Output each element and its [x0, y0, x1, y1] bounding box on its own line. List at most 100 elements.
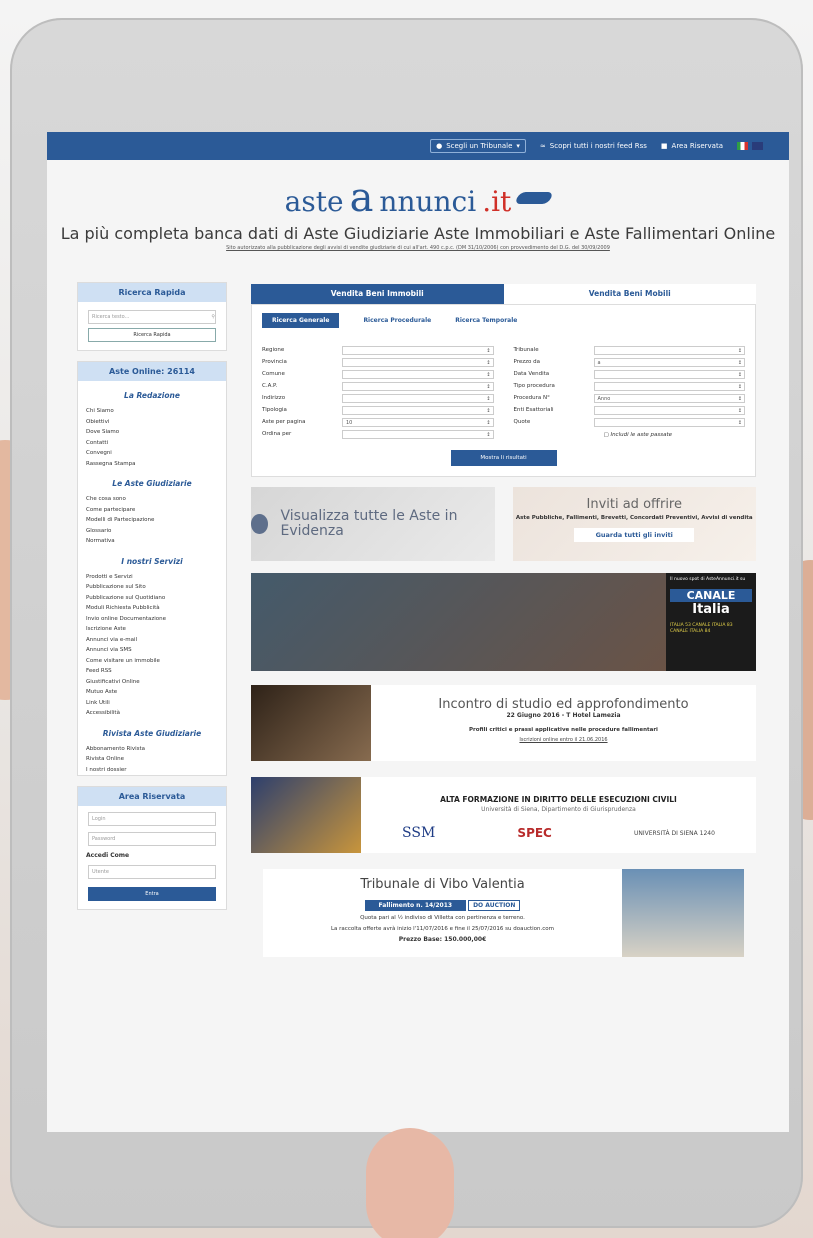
sidebar-link[interactable]: Pubblicazione sul Sito	[78, 582, 226, 593]
include-past-checkbox[interactable]: ▢ Includi le aste passate	[514, 432, 746, 438]
enter-button[interactable]: Entra	[88, 887, 216, 901]
quick-search-input[interactable]: Ricerca testo... ⚲	[88, 310, 216, 324]
sidebar-link[interactable]: Come visitare un immobile	[78, 656, 226, 667]
sidebar-link[interactable]: Annunci via SMS	[78, 645, 226, 656]
tab-beni-mobili[interactable]: Vendita Beni Mobili	[503, 284, 756, 304]
vibo-case-number: Fallimento n. 14/2013	[364, 900, 467, 911]
vibo-price: Prezzo Base: 150.000,00€	[398, 936, 487, 943]
form-select[interactable]	[593, 417, 745, 427]
form-left-column: Regione Provincia Comune C.A.P. Indirizzo Tip…	[262, 344, 494, 440]
inviti-subtitle: Aste Pubbliche, Fallimenti, Brevetti, Co…	[515, 515, 753, 521]
english-flag-icon[interactable]	[752, 142, 763, 150]
form-label: Provincia	[262, 359, 287, 365]
siena-logo: UNIVERSITÀ DI SIENA 1240	[633, 829, 715, 837]
subtab-ricerca-temporale[interactable]: Ricerca Temporale	[455, 317, 517, 324]
alta-formazione-banner[interactable]: ALTA FORMAZIONE IN DIRITTO DELLE ESECUZI…	[251, 777, 756, 853]
form-select[interactable]: 10	[342, 417, 494, 427]
form-select[interactable]	[593, 381, 745, 391]
form-select[interactable]	[342, 405, 494, 415]
subtab-ricerca-generale[interactable]: Ricerca Generale	[262, 313, 340, 328]
chevron-down-icon: ▾	[516, 142, 520, 150]
canale-side: Il nuovo spot di AsteAnnunci.it su CANAL…	[666, 573, 756, 671]
form-select[interactable]: a	[593, 357, 745, 367]
password-field[interactable]: Password	[88, 832, 216, 846]
sidebar-link[interactable]: Modelli di Partecipazione	[78, 515, 226, 526]
form-select[interactable]	[342, 369, 494, 379]
sidebar-link[interactable]: Contatti	[78, 438, 226, 449]
sidebar-link[interactable]: Pubblicazione sul Quotidiano	[78, 593, 226, 604]
tab-beni-immobili[interactable]: Vendita Beni Immobili	[251, 284, 504, 304]
sidebar-link[interactable]: Mutuo Aste	[78, 687, 226, 698]
search-icon[interactable]: ⚲	[211, 314, 215, 320]
quick-search-button[interactable]: Ricerca Rapida	[88, 328, 216, 342]
authorized-note[interactable]: Sito autorizzato alla pubblicazione degl…	[47, 245, 789, 251]
alta-subtitle: Università di Siena, Dipartimento di Giu…	[481, 806, 636, 813]
sidebar-link[interactable]: Abbonamento Rivista	[78, 744, 226, 755]
form-label: Ordina per	[262, 431, 292, 437]
form-select[interactable]	[342, 393, 494, 403]
form-label: Tipo procedura	[513, 383, 555, 389]
form-row: Prezzo da a	[514, 356, 745, 368]
form-label: Enti Esattoriali	[513, 407, 554, 413]
sidebar-link[interactable]: I nostri dossier	[78, 765, 226, 776]
form-label: Aste per pagina	[262, 419, 306, 425]
form-label: Procedura N°	[513, 395, 550, 401]
area-riservata-link[interactable]: ■ Area Riservata	[661, 142, 723, 150]
inviti-button[interactable]: Guarda tutti gli inviti	[574, 528, 695, 542]
vibo-dates: La raccolta offerte avrà inizio l'11/07/…	[330, 926, 555, 932]
form-select[interactable]	[342, 429, 494, 439]
sidebar-link[interactable]: Iscrizione Aste	[78, 624, 226, 635]
vibo-banner[interactable]: Tribunale di Vibo Valentia Fallimento n.…	[263, 869, 744, 957]
sidebar-link[interactable]: Invio online Documentazione	[78, 614, 226, 625]
form-select[interactable]	[593, 369, 745, 379]
globe-icon	[251, 514, 269, 534]
sidebar-link[interactable]: Prodotti e Servizi	[78, 572, 226, 583]
italian-flag-icon[interactable]	[737, 142, 748, 150]
form-select[interactable]	[342, 357, 494, 367]
form-select[interactable]	[342, 345, 494, 355]
canale-channels: ITALIA 53 CANALE ITALIA 83 CANALE ITALIA…	[670, 623, 733, 634]
form-select[interactable]	[593, 345, 745, 355]
sidebar-link[interactable]: Glossario	[78, 526, 226, 537]
incontro-link[interactable]: Iscrizioni online entro il 21.06.2016	[371, 737, 756, 743]
site-logo[interactable]: aste a nnunci .it	[47, 160, 789, 218]
sidebar-link[interactable]: Rivista Online	[78, 754, 226, 765]
form-label: Tribunale	[513, 347, 539, 353]
incontro-banner[interactable]: Incontro di studio ed approfondimento 22…	[251, 685, 756, 761]
sidebar-link[interactable]: Come partecipare	[78, 505, 226, 516]
sidebar-link[interactable]: Convegni	[78, 448, 226, 459]
subtab-ricerca-procedurale[interactable]: Ricerca Procedurale	[363, 317, 431, 324]
fresco-image	[251, 777, 361, 853]
rss-feed-link[interactable]: ≈ Scopri tutti i nostri feed Rss	[540, 142, 647, 150]
gavel-image	[251, 685, 371, 761]
sidebar-link[interactable]: Accessibilità	[78, 708, 226, 719]
form-right-rows: Tribunale Prezzo da a Data Vendita Tipo proc…	[513, 344, 745, 428]
access-as-select[interactable]: Utente	[88, 865, 216, 879]
sidebar-link[interactable]: Annunci via e-mail	[78, 635, 226, 646]
sidebar-link[interactable]: Che cosa sono	[78, 494, 226, 505]
form-label: Tipologia	[262, 407, 287, 413]
sidebar-link[interactable]: Rassegna Stampa	[78, 459, 226, 470]
form-select[interactable]	[593, 405, 745, 415]
sidebar-link[interactable]: Dove Siamo	[78, 427, 226, 438]
sidebar-link[interactable]: Feed RSS	[78, 666, 226, 677]
canale-italia-banner[interactable]: Il nuovo spot di AsteAnnunci.it su CANAL…	[251, 573, 756, 671]
sidebar-link[interactable]: Link Utili	[78, 698, 226, 709]
canale-logo-bottom: Italia	[692, 602, 730, 617]
evidenza-banner[interactable]: Visualizza tutte le Aste in Evidenza	[251, 487, 495, 561]
logo-prefix: aste	[284, 185, 344, 218]
tribunale-selector[interactable]: ● Scegli un Tribunale ▾	[430, 139, 526, 153]
form-select[interactable]	[342, 381, 494, 391]
sidebar-link[interactable]: Moduli Richiesta Pubblicità	[78, 603, 226, 614]
form-select[interactable]: Anno	[593, 393, 745, 403]
sidebar-link[interactable]: Normativa	[78, 536, 226, 547]
online-panel: Aste Online: 26114 La Redazione Chi Siamo…	[77, 361, 227, 776]
sidebar-link[interactable]: Giustificativi Online	[78, 677, 226, 688]
tablet-screen: ● Scegli un Tribunale ▾ ≈ Scopri tutti i…	[47, 132, 789, 1132]
sidebar-link[interactable]: Obiettivi	[78, 417, 226, 428]
sidebar-link[interactable]: Chi Siamo	[78, 406, 226, 417]
search-form: Regione Provincia Comune C.A.P. Indirizzo Tip…	[262, 344, 745, 440]
show-results-button[interactable]: Mostra Ii risultati	[450, 450, 557, 466]
login-field[interactable]: Login	[88, 812, 216, 826]
sidebar-section-heading: Rivista Aste Giudiziarie	[102, 728, 202, 738]
